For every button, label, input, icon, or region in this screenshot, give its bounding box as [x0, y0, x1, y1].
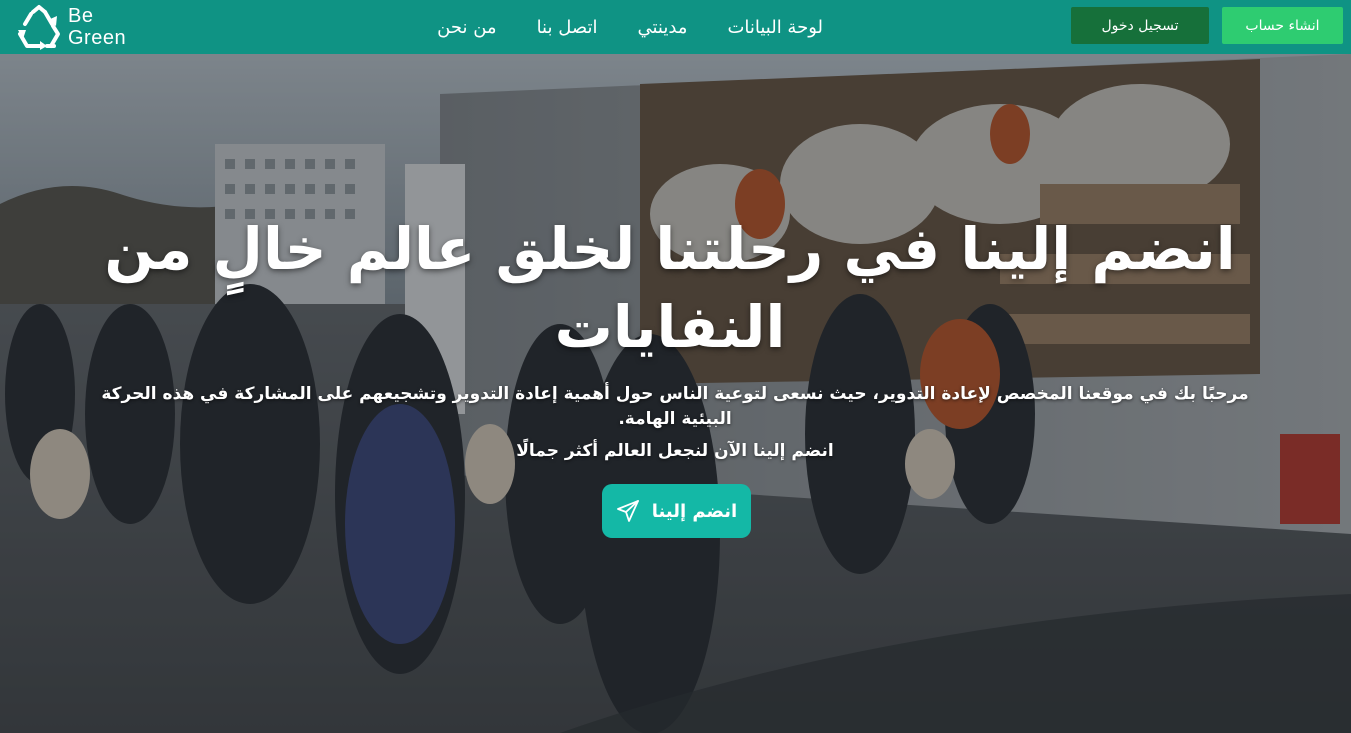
main-nav: لوحة البيانات مدينتي اتصل بنا من نحن: [400, 0, 823, 54]
hero-section: انضم إلينا في رحلتنا لخلق عالم خالٍ من ا…: [0, 54, 1351, 733]
brand-logo[interactable]: Be Green: [14, 3, 126, 51]
join-us-button[interactable]: انضم إلينا: [602, 484, 751, 538]
signup-button[interactable]: انشاء حساب: [1222, 7, 1343, 44]
brand-line-1: Be: [68, 5, 94, 27]
recycle-icon: [18, 5, 60, 50]
hero-description: مرحبًا بك في موقعنا المخصص لإعادة التدوي…: [101, 384, 1249, 429]
nav-link-contact[interactable]: اتصل بنا: [537, 17, 598, 38]
nav-link-my-city[interactable]: مدينتي: [637, 17, 687, 38]
brand-line-2: Green: [68, 27, 127, 49]
send-icon: [616, 500, 639, 522]
hero-content: انضم إلينا في رحلتنا لخلق عالم خالٍ من ا…: [0, 54, 1351, 733]
hero-subtitle: انضم إلينا الآن لنجعل العالم أكثر جمالًا: [516, 441, 834, 461]
join-us-label: انضم إلينا: [651, 500, 738, 522]
nav-link-dashboard[interactable]: لوحة البيانات: [727, 17, 823, 38]
nav-link-about[interactable]: من نحن: [437, 17, 496, 38]
brand-name: Be Green: [68, 5, 126, 49]
login-button[interactable]: تسجيل دخول: [1071, 7, 1209, 44]
hero-title: انضم إلينا في رحلتنا لخلق عالم خالٍ من ا…: [104, 215, 1236, 361]
navbar: Be Green لوحة البيانات مدينتي اتصل بنا م…: [0, 0, 1351, 54]
page: Be Green لوحة البيانات مدينتي اتصل بنا م…: [0, 0, 1351, 733]
